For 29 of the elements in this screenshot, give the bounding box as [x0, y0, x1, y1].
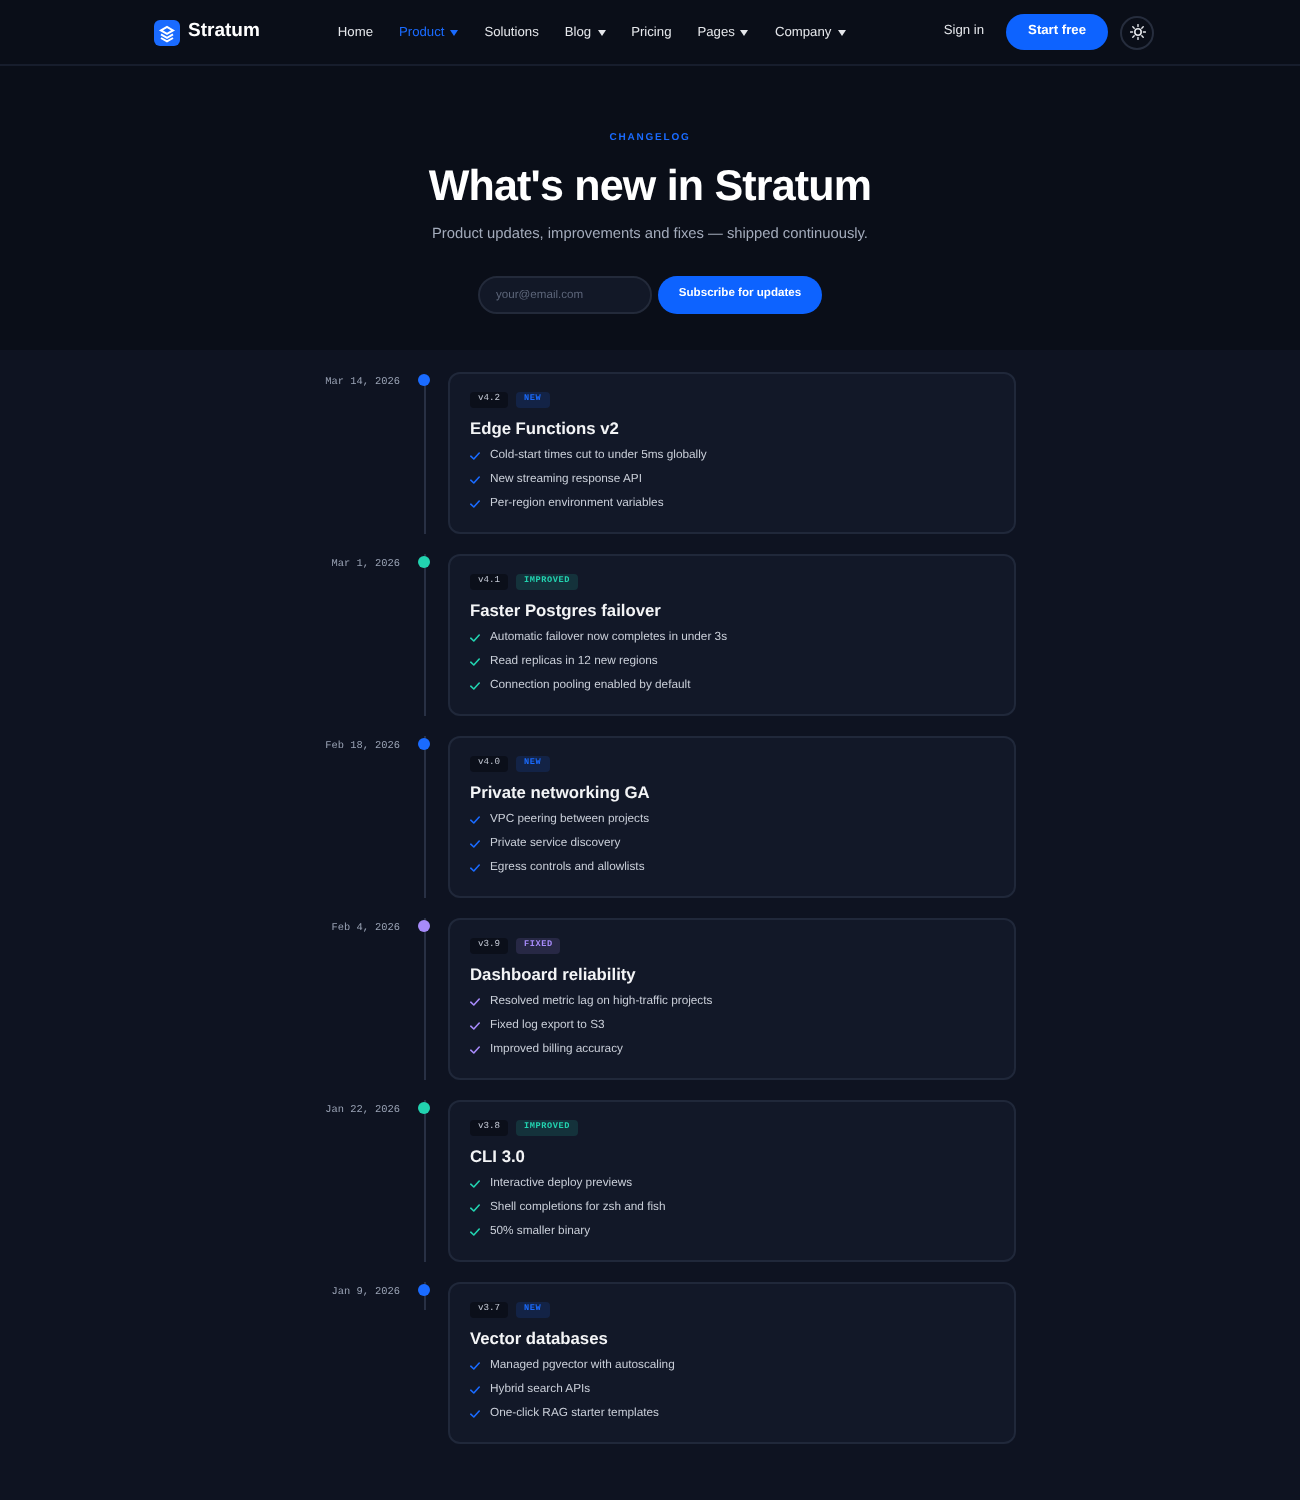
check-icon: [470, 634, 480, 642]
entry-title: Vector databases: [470, 1328, 610, 1348]
check-icon: [470, 1046, 480, 1054]
page-title: What's new in Stratum: [426, 160, 874, 212]
check-icon: [470, 682, 480, 690]
check-icon: [470, 452, 480, 460]
check-icon: [470, 1204, 480, 1212]
check-icon: [470, 840, 480, 848]
check-icon: [470, 476, 480, 484]
entry-title: Faster Postgres failover: [470, 600, 663, 620]
check-icon: [470, 1228, 480, 1236]
sun-icon: [1129, 24, 1145, 40]
theme-toggle-button[interactable]: [1120, 15, 1154, 49]
check-icon: [470, 864, 480, 872]
check-icon: [470, 1180, 480, 1188]
check-icon: [470, 1410, 480, 1418]
logo-icon[interactable]: [154, 19, 180, 45]
check-icon: [470, 1386, 480, 1394]
check-icon: [470, 1022, 480, 1030]
entry-title: CLI 3.0: [470, 1146, 527, 1166]
entry-title: Dashboard reliability: [470, 964, 638, 984]
entry-title: Edge Functions v2: [470, 418, 621, 438]
check-icon: [470, 658, 480, 666]
entry-title: Private networking GA: [470, 782, 652, 802]
check-icon: [470, 998, 480, 1006]
check-icon: [470, 500, 480, 508]
check-icon: [470, 1362, 480, 1370]
brand-name[interactable]: Stratum: [188, 17, 260, 47]
check-icon: [470, 816, 480, 824]
